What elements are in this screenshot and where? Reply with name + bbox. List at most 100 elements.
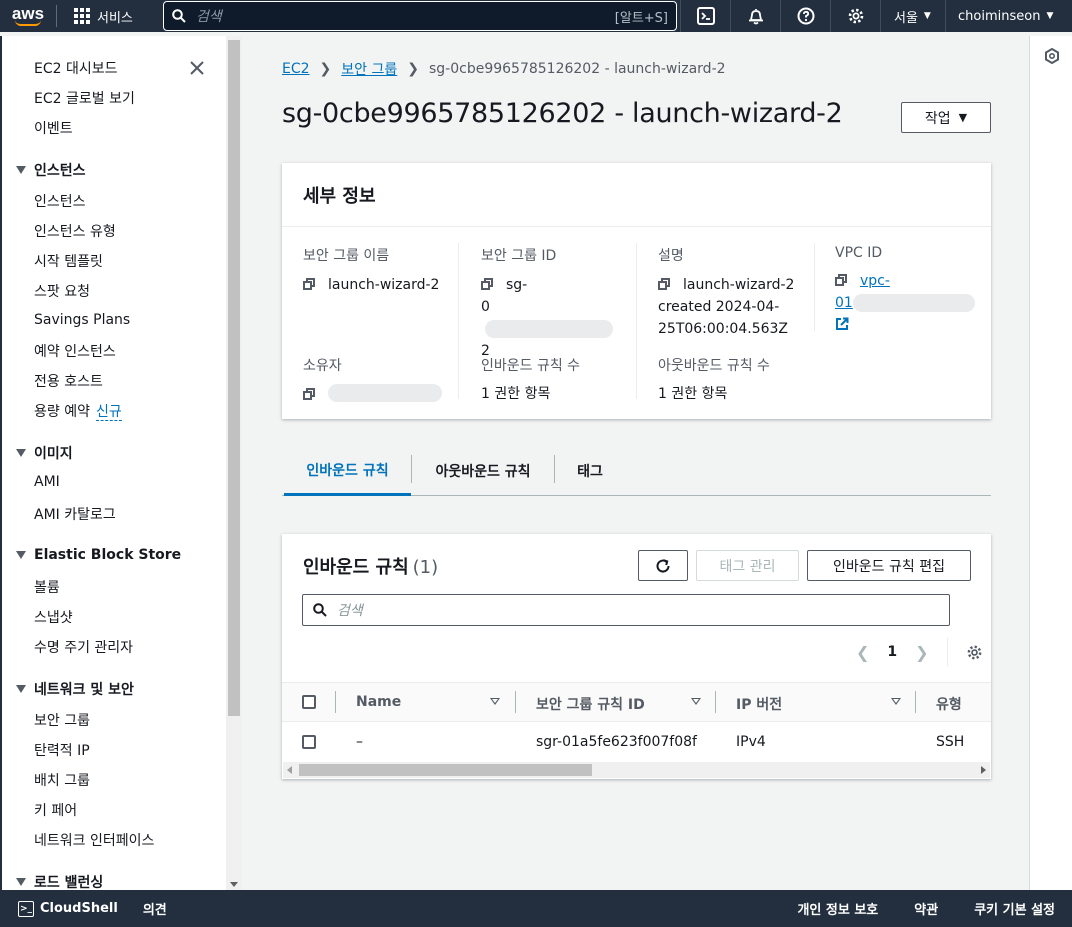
gear-icon[interactable] <box>966 644 983 661</box>
vpc-id-field: VPC ID vpc- 01 <box>835 245 985 335</box>
sidebar-item-capacity-reservations[interactable]: 용량 예약 신규 <box>34 401 122 421</box>
sidebar-item-spot-requests[interactable]: 스팟 요청 <box>34 281 90 301</box>
external-link-icon[interactable] <box>835 317 849 331</box>
column-header-type[interactable]: 유형 <box>936 694 962 714</box>
cell-name: – <box>356 734 363 750</box>
column-divider <box>915 691 916 713</box>
privacy-link[interactable]: 개인 정보 보호 <box>797 899 878 918</box>
vpc-id-link-line2[interactable]: 01 <box>835 295 853 311</box>
sidebar-item-ec2-global-view[interactable]: EC2 글로벌 보기 <box>34 88 135 108</box>
table-horizontal-scrollbar[interactable] <box>283 762 990 778</box>
sidebar-item-elastic-ips[interactable]: 탄력적 IP <box>34 740 90 760</box>
gear-icon <box>848 8 863 24</box>
sidebar-item-launch-templates[interactable]: 시작 템플릿 <box>34 251 103 271</box>
column-header-ip-version[interactable]: IP 버전 <box>736 694 782 714</box>
sidebar-section-load-balancing[interactable]: 로드 밸런싱 <box>16 872 103 890</box>
sidebar-item-ami-catalog[interactable]: AMI 카탈로그 <box>34 504 116 524</box>
sidebar-item-reserved-instances[interactable]: 예약 인스턴스 <box>34 341 116 361</box>
sidebar-item-instances[interactable]: 인스턴스 <box>34 191 86 211</box>
sidebar-item-ami[interactable]: AMI <box>34 474 60 490</box>
pagination: ❮ 1 ❯ <box>856 638 983 666</box>
cloudshell-button[interactable] <box>680 0 730 32</box>
column-header-name[interactable]: Name <box>356 694 401 710</box>
scrollbar-thumb[interactable] <box>299 764 592 776</box>
sidebar-section-images[interactable]: 이미지 <box>16 443 73 463</box>
sidebar-item-ec2-dashboard[interactable]: EC2 대시보드 <box>34 58 118 78</box>
region-selector[interactable]: 서울 ▼ <box>880 0 945 32</box>
sidebar-section-ebs[interactable]: Elastic Block Store <box>16 547 181 563</box>
vpc-id-link[interactable]: vpc- <box>860 270 890 292</box>
sort-icon[interactable] <box>490 698 500 705</box>
chevron-left-icon[interactable]: ❮ <box>856 643 869 662</box>
caret-down-icon: ▼ <box>958 111 968 124</box>
tab-inbound-rules[interactable]: 인바운드 규칙 <box>284 446 411 496</box>
sidebar-item-dedicated-hosts[interactable]: 전용 호스트 <box>34 371 103 391</box>
help-button[interactable] <box>780 0 830 32</box>
edit-inbound-rules-button[interactable]: 인바운드 규칙 편집 <box>807 550 971 581</box>
scrollbar-thumb[interactable] <box>228 40 240 716</box>
feedback-link[interactable]: 의견 <box>143 899 167 918</box>
refresh-button[interactable] <box>638 550 688 581</box>
owner-field: 소유자 <box>303 355 442 402</box>
copy-icon[interactable] <box>303 278 316 291</box>
sidebar-item-security-groups[interactable]: 보안 그룹 <box>34 710 90 730</box>
sidebar-item-lifecycle-manager[interactable]: 수명 주기 관리자 <box>34 637 133 657</box>
tab-tags[interactable]: 태그 <box>555 446 625 495</box>
column-divider <box>335 691 336 713</box>
sidebar-item-network-interfaces[interactable]: 네트워크 인터페이스 <box>34 830 154 850</box>
column-header-rule-id[interactable]: 보안 그룹 규칙 ID <box>536 694 645 714</box>
field-label: 인바운드 규칙 수 <box>481 358 581 374</box>
inbound-count-value: 1 권한 항목 <box>481 386 551 402</box>
account-menu[interactable]: choiminseon ▼ <box>945 0 1057 32</box>
outbound-count-value: 1 권한 항목 <box>658 386 728 402</box>
chevron-right-icon[interactable]: ❯ <box>915 643 928 662</box>
copy-icon[interactable] <box>658 278 671 291</box>
help-icon <box>797 7 814 25</box>
terminal-icon: >_ <box>18 900 34 917</box>
sort-icon[interactable] <box>691 698 701 705</box>
global-search-input[interactable]: 검색 [알트+S] <box>163 1 677 31</box>
sidebar-item-instance-types[interactable]: 인스턴스 유형 <box>34 221 116 241</box>
sidebar-scrollbar[interactable] <box>226 36 242 890</box>
scroll-left-arrow[interactable] <box>287 766 292 774</box>
info-panel-icon[interactable] <box>1044 48 1060 64</box>
sidebar-item-volumes[interactable]: 볼륨 <box>34 577 60 597</box>
close-icon[interactable] <box>187 58 207 78</box>
sidebar-item-label: 용량 예약 <box>34 404 90 420</box>
services-menu[interactable]: 서비스 <box>57 0 145 32</box>
breadcrumb-ec2[interactable]: EC2 <box>282 61 310 77</box>
scroll-right-arrow[interactable] <box>981 766 986 774</box>
terms-link[interactable]: 약관 <box>914 899 938 918</box>
select-all-checkbox[interactable] <box>302 695 316 709</box>
aws-logo[interactable]: aws <box>0 0 56 32</box>
copy-icon[interactable] <box>835 274 848 287</box>
chevron-right-icon: ❯ <box>407 61 419 77</box>
caret-down-icon: ▼ <box>1046 11 1054 21</box>
manage-tags-button[interactable]: 태그 관리 <box>696 550 799 581</box>
copy-icon[interactable] <box>303 388 316 401</box>
rules-search-input[interactable]: 검색 <box>302 594 950 626</box>
tab-outbound-rules[interactable]: 아웃바운드 규칙 <box>412 446 554 495</box>
cloudshell-footer-button[interactable]: >_ CloudShell <box>18 900 118 917</box>
scroll-down-arrow[interactable] <box>230 882 238 887</box>
section-label: 로드 밸런싱 <box>34 875 104 890</box>
sidebar-item-savings-plans[interactable]: Savings Plans <box>34 312 130 328</box>
row-checkbox[interactable] <box>302 735 316 749</box>
page-number[interactable]: 1 <box>887 644 897 660</box>
notifications-button[interactable] <box>730 0 780 32</box>
sidebar-item-events[interactable]: 이벤트 <box>34 118 73 138</box>
actions-button[interactable]: 작업 ▼ <box>901 102 991 133</box>
sort-icon[interactable] <box>891 698 901 705</box>
sidebar-section-network-security[interactable]: 네트워크 및 보안 <box>16 679 134 699</box>
copy-icon[interactable] <box>481 278 494 291</box>
field-label: 소유자 <box>303 358 342 374</box>
settings-button[interactable] <box>830 0 880 32</box>
sidebar-section-instances[interactable]: 인스턴스 <box>16 160 86 180</box>
sg-name-value: launch-wizard-2 <box>328 277 440 293</box>
sidebar-item-snapshots[interactable]: 스냅샷 <box>34 607 73 627</box>
cookie-preferences-link[interactable]: 쿠키 기본 설정 <box>974 899 1055 918</box>
sidebar-item-placement-groups[interactable]: 배치 그룹 <box>34 770 90 790</box>
sidebar-item-key-pairs[interactable]: 키 페어 <box>34 800 77 820</box>
collapse-icon <box>16 878 26 886</box>
breadcrumb-security-groups[interactable]: 보안 그룹 <box>341 59 397 79</box>
